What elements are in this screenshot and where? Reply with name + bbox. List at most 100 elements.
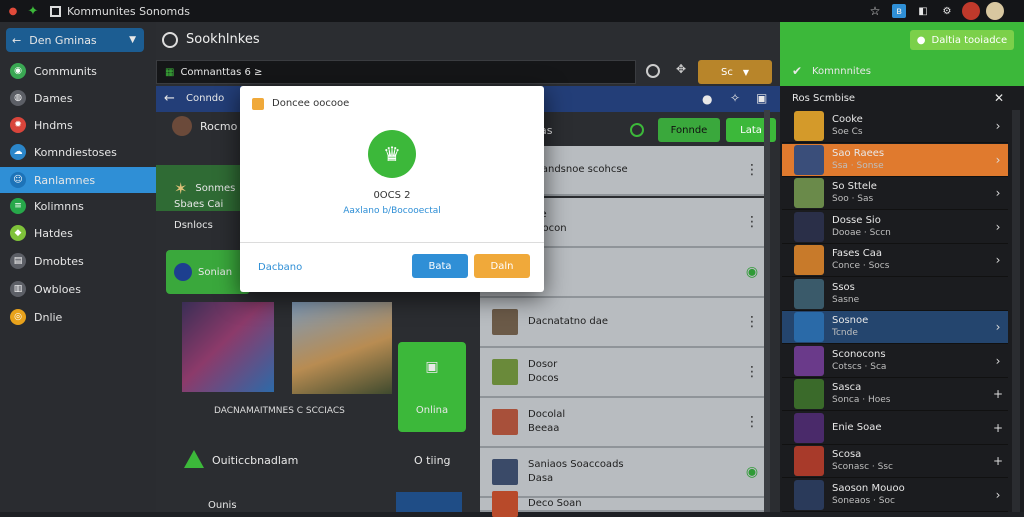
header-action-button[interactable]: Sc ▼	[698, 60, 772, 84]
green-card[interactable]: Sonian	[166, 250, 250, 294]
chevron-right-icon[interactable]: ›	[988, 320, 1008, 334]
right-list-text: Enie Soae	[832, 422, 988, 434]
right-list-item[interactable]: Enie Soae +	[782, 412, 1008, 445]
feature-row-1[interactable]: Dsnlocs	[174, 220, 213, 231]
list-item[interactable]: Dacnatatno dae ⋮	[480, 298, 764, 348]
sidebar-item-label: Dmobtes	[34, 254, 84, 268]
list-item[interactable]: Deco Soan	[480, 491, 764, 517]
sidebar-item-1[interactable]: ◉ Communits	[0, 58, 156, 84]
dialog-secondary-button[interactable]: Daln	[474, 254, 530, 278]
clock-icon[interactable]	[646, 64, 660, 78]
right-list-subtitle: Dooae · Sccn	[832, 227, 891, 238]
dialog-left-link[interactable]: Dacbano	[258, 262, 302, 273]
chevron-right-icon[interactable]: ›	[988, 488, 1008, 502]
profile-avatar[interactable]	[172, 116, 192, 136]
plus-icon[interactable]: +	[988, 454, 1008, 468]
right-list-item[interactable]: Sasca Sonca · Hoes +	[782, 378, 1008, 411]
feature-row-0[interactable]: Sbaes Cai	[174, 199, 223, 210]
search-bar[interactable]: ▦ Comnanttas 6 ≥	[156, 60, 636, 84]
right-scrollbar[interactable]	[1012, 110, 1020, 512]
list-item-title: Deandsnoe scohcse	[528, 164, 628, 175]
right-list-thumbnail	[794, 379, 824, 409]
media-thumb-left[interactable]	[182, 302, 274, 392]
right-list-item[interactable]: Scosa Sconasc · Ssc +	[782, 445, 1008, 478]
list-item[interactable]: Docolal Beeaa ⋮	[480, 398, 764, 448]
more-vertical-icon[interactable]: ⋮	[740, 364, 764, 380]
online-card[interactable]: ▣ Onlina	[398, 342, 466, 432]
chevron-right-icon[interactable]: ›	[988, 220, 1008, 234]
bluetooth-icon[interactable]: ʙ	[892, 4, 906, 18]
plus-icon[interactable]: +	[988, 421, 1008, 435]
dialog-link[interactable]: Aaxlano b/Bocooectal	[240, 206, 544, 216]
right-list-item[interactable]: Sao Raees Ssa · Sonse ›	[782, 143, 1008, 177]
star-icon[interactable]: ☆	[868, 4, 882, 18]
right-top-button[interactable]: ● Daltia tooiadce	[910, 30, 1014, 50]
dialog-primary-button[interactable]: Bata	[412, 254, 468, 278]
list-item[interactable]: Saniaos Soaccoads Dasa ◉	[480, 448, 764, 498]
chevron-right-icon[interactable]: ›	[988, 253, 1008, 267]
avatar[interactable]	[962, 2, 980, 20]
settings-icon[interactable]: ⚙	[940, 4, 954, 18]
right-list-item[interactable]: Ssos Sasne	[782, 278, 1008, 311]
right-list-title: Enie Soae	[832, 421, 882, 433]
sidebar-item-4[interactable]: ☁ Komndiestoses	[0, 139, 156, 165]
chevron-right-icon[interactable]: ›	[988, 186, 1008, 200]
controller-icon: ◍	[10, 90, 26, 106]
sidebar-item-7[interactable]: ◆ Hatdes	[0, 220, 156, 246]
chevron-right-icon[interactable]: ›	[988, 354, 1008, 368]
code-dialog: Doncee oocooe ♛ 0OCS 2 Aaxlano b/Bocooec…	[240, 86, 544, 292]
more-vertical-icon[interactable]: ⋮	[740, 214, 764, 230]
doc-icon: ▥	[10, 281, 26, 297]
puzzle-icon[interactable]: ✧	[730, 91, 740, 105]
close-dot-icon[interactable]: ●	[6, 4, 20, 18]
grid-small-icon[interactable]: ▣	[756, 91, 767, 105]
close-icon[interactable]: ✕	[994, 91, 1004, 105]
list-scrollbar[interactable]	[764, 110, 770, 512]
chevron-right-icon[interactable]: ›	[988, 153, 1008, 167]
media-thumb-right[interactable]	[292, 302, 392, 394]
plus-icon[interactable]: +	[988, 387, 1008, 401]
sidebar-item-6[interactable]: ≡ Kolimnns	[0, 193, 156, 219]
sidebar-item-3[interactable]: ✹ Hndms	[0, 112, 156, 138]
sidebar-item-10[interactable]: ◎ Dnlie	[0, 304, 156, 330]
tab-icon[interactable]: ◧	[916, 4, 930, 18]
bars-icon: ≡	[10, 198, 26, 214]
sidebar-item-9[interactable]: ▥ Owbloes	[0, 276, 156, 302]
right-list-text: Cooke Soe Cs	[832, 114, 988, 138]
list-item-subtitle: o socon	[528, 223, 567, 234]
list-item-title: Ol	[528, 265, 740, 279]
location-icon[interactable]: ●	[702, 92, 712, 106]
community-back-label: Conndo	[186, 93, 225, 104]
coin-icon: ◎	[10, 309, 26, 325]
right-list-item[interactable]: Dosse Sio Dooae · Sccn ›	[782, 211, 1008, 244]
more-vertical-icon[interactable]: ⋮	[740, 162, 764, 178]
sidebar-item-2[interactable]: ◍ Dames	[0, 85, 156, 111]
search-icon[interactable]	[162, 32, 178, 48]
list-item[interactable]: Dosor Docos ⋮	[480, 348, 764, 398]
refresh-icon[interactable]	[630, 123, 644, 137]
right-list-text: Ssos Sasne	[832, 282, 988, 306]
right-list-item[interactable]: Sosnoe Tcnde ›	[782, 311, 1008, 344]
right-list-item[interactable]: Sconocons Cotscs · Sca ›	[782, 345, 1008, 378]
right-list-subtitle: Tcnde	[832, 328, 858, 338]
search-input[interactable]: Comnanttas 6 ≥	[180, 67, 262, 78]
status-online-icon[interactable]: ◉	[740, 264, 764, 280]
more-vertical-icon[interactable]: ⋮	[740, 414, 764, 430]
chevron-right-icon[interactable]: ›	[988, 119, 1008, 133]
tab-fonnde[interactable]: Fonnde	[658, 118, 720, 142]
status-online-icon[interactable]: ◉	[740, 464, 764, 480]
more-vertical-icon[interactable]: ⋮	[740, 314, 764, 330]
right-list-item[interactable]: Saoson Mouoo Soneaos · Soc ›	[782, 479, 1008, 512]
bottom-blue-tile[interactable]	[396, 492, 462, 512]
sidebar-item-8[interactable]: ▤ Dmobtes	[0, 248, 156, 274]
sidebar-dropdown[interactable]: ← Den Gminas ▼	[6, 28, 144, 52]
gem-icon: ✶	[174, 178, 188, 198]
avatar-secondary[interactable]	[986, 2, 1004, 20]
right-list-subtitle: Soo · Sas	[832, 194, 874, 204]
pin-icon[interactable]: ✥	[676, 62, 686, 76]
right-list-item[interactable]: Cooke Soe Cs ›	[782, 110, 1008, 143]
back-arrow-icon[interactable]: ←	[164, 91, 175, 106]
right-list-item[interactable]: So Sttele Soo · Sas ›	[782, 177, 1008, 210]
right-list-item[interactable]: Fases Caa Conce · Socs ›	[782, 244, 1008, 277]
sidebar-item-5[interactable]: ☺ Ranlamnes	[0, 167, 156, 193]
